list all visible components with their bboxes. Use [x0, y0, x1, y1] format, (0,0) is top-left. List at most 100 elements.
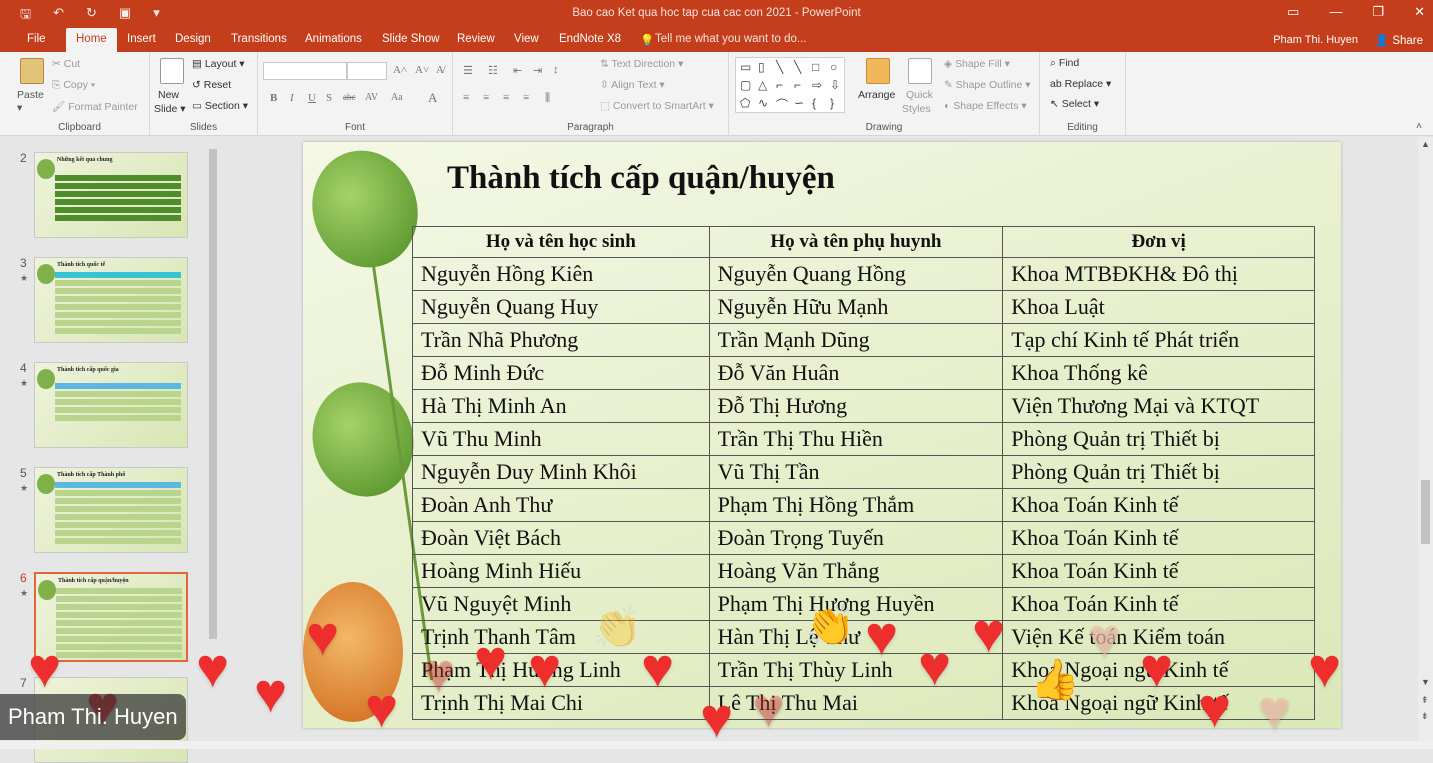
format-painter-button[interactable]: 🖌 Format Painter — [52, 100, 138, 113]
replace-button[interactable]: ab Replace ▾ — [1050, 78, 1111, 90]
header-parent[interactable]: Họ và tên phụ huynh — [708, 226, 1004, 258]
header-unit[interactable]: Đơn vị — [1002, 226, 1315, 258]
tab-design[interactable]: Design — [175, 33, 211, 45]
scrollbar-thumb[interactable] — [1421, 480, 1430, 544]
parent-name-cell[interactable]: Đỗ Văn Huân — [708, 356, 1004, 390]
brace-shape-icon[interactable]: { — [812, 96, 816, 110]
triangle-shape-icon[interactable]: △ — [758, 78, 767, 92]
student-name-cell[interactable]: Trịnh Thanh Tâm — [412, 620, 710, 654]
font-size-input[interactable] — [347, 62, 387, 80]
shape-effects-button[interactable]: ◐ Shape Effects ▾ — [944, 100, 1027, 112]
parent-name-cell[interactable]: Trần Thị Thu Hiền — [708, 422, 1004, 456]
slide-canvas[interactable]: Thành tích cấp quận/huyện Họ và tên học … — [303, 142, 1341, 728]
shrink-font-icon[interactable]: A˅ — [415, 64, 429, 76]
brace-right-shape-icon[interactable]: } — [830, 96, 834, 110]
unit-cell[interactable]: Khoa Toán Kinh tế — [1002, 554, 1315, 588]
redo-icon[interactable]: ↻ — [86, 5, 97, 27]
cut-button[interactable]: ✂ Cut — [52, 58, 80, 70]
quick-styles-icon[interactable] — [908, 58, 932, 84]
student-name-cell[interactable]: Hoàng Minh Hiếu — [412, 554, 710, 588]
minimize-icon[interactable]: — — [1329, 4, 1342, 20]
unit-cell[interactable]: Phòng Quản trị Thiết bị — [1002, 422, 1315, 456]
align-text-button[interactable]: ⇳ Align Text ▾ — [600, 79, 665, 91]
font-family-input[interactable] — [263, 62, 347, 80]
columns-icon[interactable]: ⫼ — [545, 92, 550, 105]
line-spacing-icon[interactable]: ↕ — [553, 64, 559, 76]
slide-thumbnail-6[interactable]: Thành tích cấp quận/huyện — [34, 572, 188, 662]
shape-outline-button[interactable]: ✎ Shape Outline ▾ — [944, 79, 1031, 91]
new-slide-icon[interactable] — [160, 58, 184, 84]
paste-button[interactable]: Paste — [17, 89, 44, 101]
quick-styles-button[interactable]: Quick — [906, 89, 933, 101]
bold-icon[interactable]: B — [270, 92, 277, 104]
next-slide-icon[interactable]: ⇟ — [1421, 711, 1429, 722]
unit-cell[interactable]: Khoa Toán Kinh tế — [1002, 587, 1315, 621]
new-slide-button[interactable]: New — [158, 89, 179, 101]
slide-thumbnail-3[interactable]: Thành tích quốc tế — [34, 257, 188, 343]
slide-thumbnail-2[interactable]: Những kết quả chung — [34, 152, 188, 238]
underline-icon[interactable]: U — [308, 92, 316, 104]
scroll-up-icon[interactable]: ▲ — [1421, 139, 1430, 149]
save-icon[interactable]: 🖫 — [20, 5, 31, 27]
section-button[interactable]: ▭ Section ▾ — [192, 100, 248, 112]
grow-font-icon[interactable]: A˄ — [393, 64, 407, 76]
strikethrough-icon[interactable]: abc — [343, 92, 356, 102]
tell-me-search[interactable]: Tell me what you want to do... — [655, 33, 807, 45]
select-button[interactable]: ↖ Select ▾ — [1050, 98, 1099, 110]
student-name-cell[interactable]: Đỗ Minh Đức — [412, 356, 710, 390]
convert-smartart-button[interactable]: ⬚ Convert to SmartArt ▾ — [600, 100, 714, 112]
textbox-shape-icon[interactable]: ▭ — [740, 60, 751, 74]
align-center-icon[interactable]: ≡ — [483, 92, 489, 104]
student-name-cell[interactable]: Trần Nhã Phương — [412, 323, 710, 357]
unit-cell[interactable]: Viện Thương Mại và KTQT — [1002, 389, 1315, 423]
reset-button[interactable]: ↺ Reset — [192, 79, 231, 91]
tab-review[interactable]: Review — [457, 33, 495, 45]
unit-cell[interactable]: Khoa Ngoại ngữ Kinh tế — [1002, 686, 1315, 720]
slide-scrollbar[interactable]: ▲ ▼ ⇞ ⇟ — [1418, 137, 1433, 741]
header-student[interactable]: Họ và tên học sinh — [412, 226, 710, 258]
unit-cell[interactable]: Khoa Toán Kinh tế — [1002, 488, 1315, 522]
tab-animations[interactable]: Animations — [305, 33, 362, 45]
increase-indent-icon[interactable]: ⇥ — [533, 64, 542, 77]
font-color-icon[interactable]: A — [428, 90, 437, 106]
parent-name-cell[interactable]: Phạm Thị Hương Huyền — [708, 587, 1004, 621]
arrange-icon[interactable] — [866, 58, 890, 84]
tab-endnote[interactable]: EndNote X8 — [559, 33, 621, 45]
unit-cell[interactable]: Khoa Thống kê — [1002, 356, 1315, 390]
shapes-gallery[interactable]: ▭ ▯ ╲ ╲ □ ○ ▢ △ ⌐ ⌐ ⇨ ⇩ ⬠ ∿ ⌒ ∽ { } — [735, 57, 845, 113]
layout-button[interactable]: ▤ Layout ▾ — [192, 58, 245, 70]
parent-name-cell[interactable]: Hoàng Văn Thắng — [708, 554, 1004, 588]
slide-thumbnail-4[interactable]: Thành tích cấp quốc gia — [34, 362, 188, 448]
unit-cell[interactable]: Phòng Quản trị Thiết bị — [1002, 455, 1315, 489]
student-name-cell[interactable]: Hà Thị Minh An — [412, 389, 710, 423]
tab-slide-show[interactable]: Slide Show — [382, 33, 440, 45]
curve-shape-icon[interactable]: ∽ — [794, 96, 804, 110]
clear-format-icon[interactable]: A̸ — [436, 64, 444, 76]
new-slide-button-line2[interactable]: Slide ▾ — [154, 103, 186, 115]
justify-icon[interactable]: ≡ — [523, 92, 529, 104]
parent-name-cell[interactable]: Nguyễn Hữu Mạnh — [708, 290, 1004, 324]
numbering-icon[interactable]: ☷ — [488, 64, 498, 77]
shape-fill-button[interactable]: ◈ Shape Fill ▾ — [944, 58, 1010, 70]
unit-cell[interactable]: Khoa Ngoại ngữ Kinh tế — [1002, 653, 1315, 687]
pentagon-shape-icon[interactable]: ⬠ — [740, 96, 750, 110]
parent-name-cell[interactable]: Nguyễn Quang Hồng — [708, 257, 1004, 291]
quick-styles-button-line2[interactable]: Styles — [902, 103, 931, 115]
char-spacing-icon[interactable]: AV — [365, 92, 378, 103]
rounded-rect-shape-icon[interactable]: ▢ — [740, 78, 751, 92]
parent-name-cell[interactable]: Trần Thị Thùy Linh — [708, 653, 1004, 687]
parent-name-cell[interactable]: Phạm Thị Hồng Thắm — [708, 488, 1004, 522]
line2-shape-icon[interactable]: ╲ — [794, 60, 801, 74]
slide-thumbnail-5[interactable]: Thành tích cấp Thành phố — [34, 467, 188, 553]
find-button[interactable]: ⌕ Find — [1050, 57, 1079, 70]
share-button[interactable]: 👤 Share — [1375, 33, 1423, 47]
align-left-icon[interactable]: ≡ — [463, 92, 469, 104]
down-arrow-shape-icon[interactable]: ⇩ — [830, 78, 840, 92]
unit-cell[interactable]: Khoa Toán Kinh tế — [1002, 521, 1315, 555]
paste-icon[interactable] — [20, 58, 44, 84]
tab-file[interactable]: File — [27, 33, 46, 45]
oval-shape-icon[interactable]: ○ — [830, 60, 837, 74]
rect-shape-icon[interactable]: □ — [812, 60, 819, 74]
unit-cell[interactable]: Khoa Luật — [1002, 290, 1315, 324]
undo-icon[interactable]: ↶ — [53, 5, 64, 27]
